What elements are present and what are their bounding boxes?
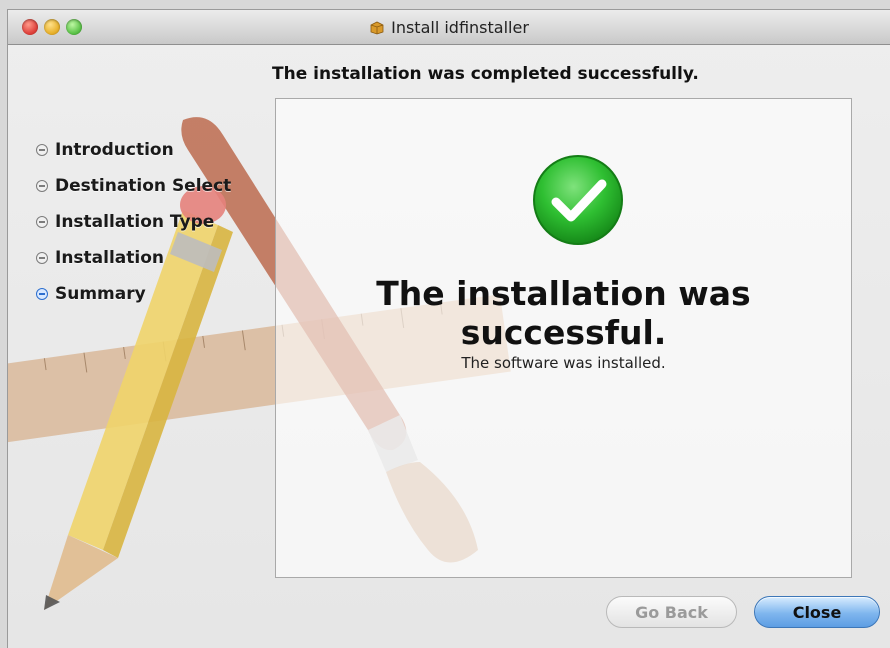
installer-window: Install idfinstaller The installation wa… [8,10,890,648]
sidebar-item-introduction: Introduction [36,132,286,168]
step-bullet-icon [36,144,48,156]
step-bullet-icon [36,180,48,192]
sidebar-item-destination-select: Destination Select [36,168,286,204]
success-title: The installation was successful. [376,274,751,352]
sidebar-item-label: Introduction [55,140,174,160]
sidebar-item-summary: Summary [36,276,286,312]
sidebar-item-label: Installation Type [55,212,215,232]
sidebar-item-installation-type: Installation Type [36,204,286,240]
step-bullet-current-icon [36,288,48,300]
success-message: The software was installed. [461,354,666,372]
summary-panel: The installation was successful. The sof… [275,98,852,578]
success-check-icon [533,155,623,245]
sidebar-item-label: Destination Select [55,176,232,196]
window-title: Install idfinstaller [8,18,890,37]
page-headline: The installation was completed successfu… [272,64,699,84]
close-button[interactable]: Close [754,596,880,628]
step-bullet-icon [36,216,48,228]
installer-steps-sidebar: Introduction Destination Select Installa… [36,132,286,312]
go-back-button[interactable]: Go Back [606,596,737,628]
step-bullet-icon [36,252,48,264]
title-bar[interactable]: Install idfinstaller [8,10,890,45]
sidebar-item-label: Summary [55,284,146,304]
sidebar-item-label: Installation [55,248,165,268]
package-icon [369,20,385,35]
window-title-text: Install idfinstaller [391,18,529,37]
sidebar-item-installation: Installation [36,240,286,276]
